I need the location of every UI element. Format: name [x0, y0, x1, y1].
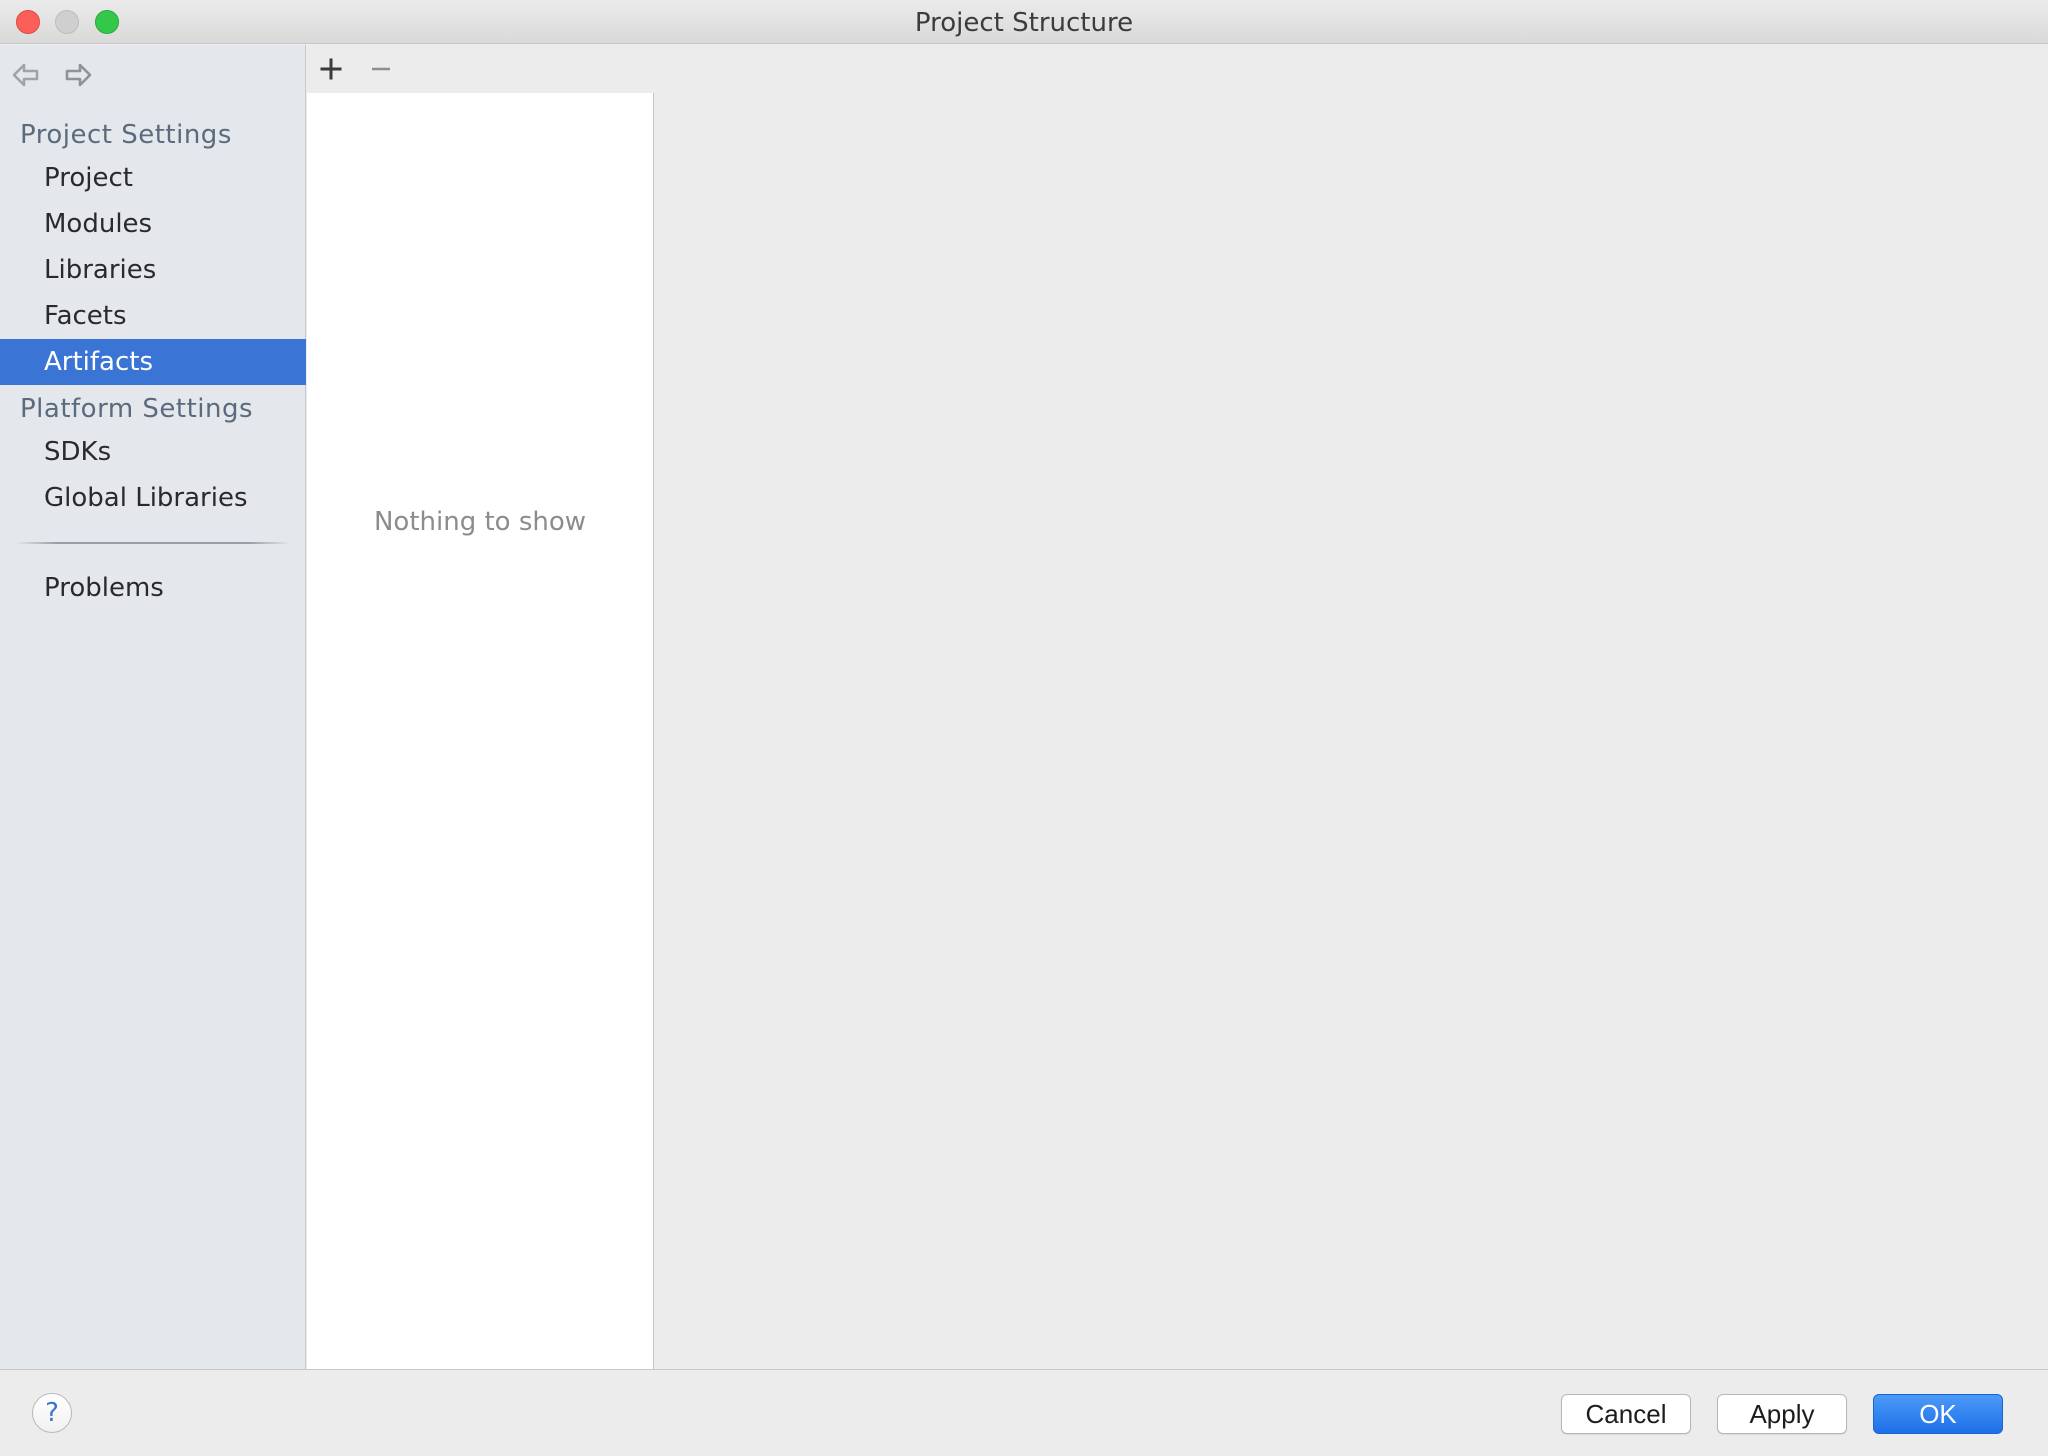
sidebar-item-sdks[interactable]: SDKs [0, 429, 306, 475]
add-button[interactable] [311, 49, 351, 89]
sidebar: Project Settings Project Modules Librari… [0, 45, 306, 1369]
platform-settings-header: Platform Settings [20, 394, 254, 424]
project-settings-header: Project Settings [20, 120, 232, 150]
detail-panel [655, 45, 2048, 1369]
help-button[interactable]: ? [32, 1393, 72, 1433]
sidebar-item-modules[interactable]: Modules [0, 201, 306, 247]
forward-button[interactable] [60, 57, 96, 93]
artifacts-list-panel: Nothing to show [307, 45, 654, 1369]
remove-button[interactable] [361, 49, 401, 89]
back-button[interactable] [8, 57, 44, 93]
minus-icon [372, 67, 390, 71]
window-title: Project Structure [914, 8, 1134, 38]
back-arrow-icon [12, 63, 39, 87]
project-structure-window: Project Structure Project Settings Proje… [0, 0, 2048, 1456]
sidebar-divider [16, 542, 290, 544]
sidebar-item-facets[interactable]: Facets [0, 293, 306, 339]
dialog-footer: ? Cancel Apply OK [0, 1369, 2048, 1456]
sidebar-item-artifacts[interactable]: Artifacts [0, 339, 306, 385]
list-toolbar [307, 45, 654, 93]
cancel-button[interactable]: Cancel [1561, 1394, 1691, 1434]
title-bar[interactable]: Project Structure [0, 0, 2048, 44]
sidebar-item-global-libraries[interactable]: Global Libraries [0, 475, 306, 521]
sidebar-item-libraries[interactable]: Libraries [0, 247, 306, 293]
ok-button[interactable]: OK [1873, 1394, 2003, 1434]
apply-button[interactable]: Apply [1717, 1394, 1847, 1434]
empty-list-message: Nothing to show [373, 507, 587, 537]
plus-icon [320, 58, 342, 80]
sidebar-item-problems[interactable]: Problems [0, 565, 306, 611]
sidebar-item-project[interactable]: Project [0, 155, 306, 201]
forward-arrow-icon [65, 63, 92, 87]
